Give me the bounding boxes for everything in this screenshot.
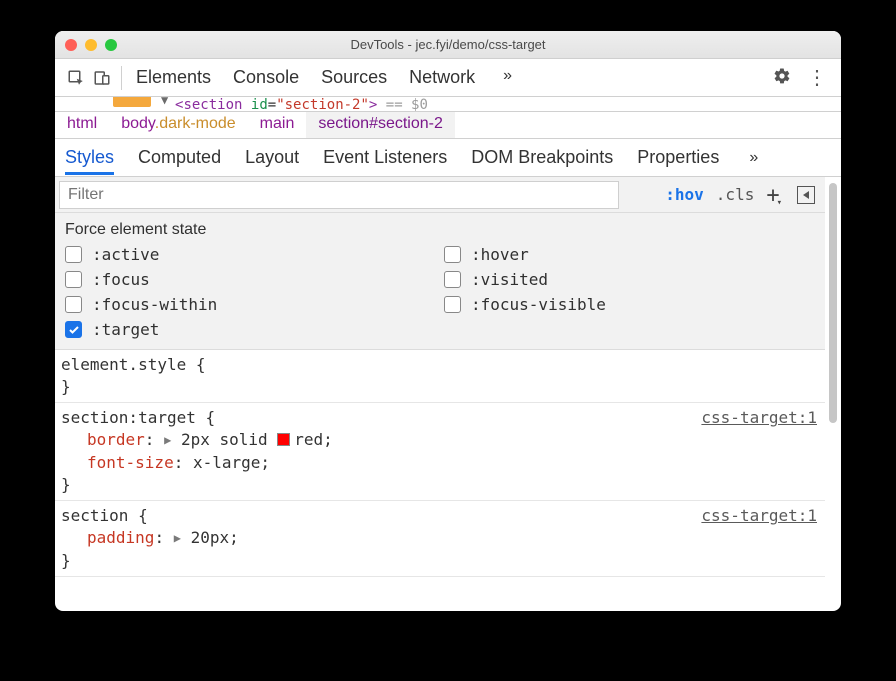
force-state-focusvisible[interactable]: :focus-visible — [444, 295, 815, 314]
checkbox-icon[interactable] — [65, 296, 82, 313]
subtab-properties[interactable]: Properties — [637, 141, 719, 174]
window-controls — [65, 39, 117, 51]
force-state-label: :target — [92, 320, 159, 339]
expand-icon[interactable]: ▶ — [174, 527, 181, 549]
force-state-label: :focus-visible — [471, 295, 606, 314]
filter-input[interactable] — [59, 181, 619, 209]
force-state-active[interactable]: :active — [65, 245, 436, 264]
toggle-panel-icon[interactable] — [797, 186, 815, 204]
rule-selector[interactable]: element.style — [61, 355, 186, 374]
breadcrumb: html body.dark-mode main section#section… — [55, 111, 841, 139]
more-tabs-icon[interactable]: » — [497, 67, 518, 88]
rule-source-link[interactable]: css-target:1 — [701, 407, 817, 429]
dom-highlight — [113, 97, 151, 107]
expand-caret-icon[interactable]: ▼ — [161, 97, 168, 107]
cls-toggle[interactable]: .cls — [716, 185, 755, 204]
subtab-computed[interactable]: Computed — [138, 141, 221, 174]
css-property[interactable]: padding: ▶ 20px; — [87, 527, 819, 550]
property-value[interactable]: 2px solid — [181, 430, 277, 449]
close-icon[interactable] — [65, 39, 77, 51]
rule-selector[interactable]: section:target — [61, 408, 196, 427]
tab-sources[interactable]: Sources — [321, 67, 387, 88]
crumb-section[interactable]: section#section-2 — [306, 112, 455, 138]
subtab-dom-breakpoints[interactable]: DOM Breakpoints — [471, 141, 613, 174]
filter-bar: :hov .cls +▾ — [55, 177, 825, 213]
main-toolbar: Elements Console Sources Network » ⋮ — [55, 59, 841, 97]
tab-elements[interactable]: Elements — [136, 67, 211, 88]
color-swatch-icon[interactable] — [277, 433, 290, 446]
subtab-styles[interactable]: Styles — [65, 141, 114, 175]
force-state-focus[interactable]: :focus — [65, 270, 436, 289]
dom-tag: section — [183, 97, 242, 111]
tab-network[interactable]: Network — [409, 67, 475, 88]
new-rule-button[interactable]: +▾ — [766, 184, 785, 206]
force-state-visited[interactable]: :visited — [444, 270, 815, 289]
settings-icon[interactable] — [765, 67, 799, 89]
property-name[interactable]: padding — [87, 528, 154, 547]
divider — [121, 66, 122, 90]
crumb-body[interactable]: body.dark-mode — [109, 112, 247, 138]
force-state-target[interactable]: :target — [65, 320, 436, 339]
css-property[interactable]: font-size: x-large; — [87, 452, 819, 474]
hov-toggle[interactable]: :hov — [665, 185, 704, 204]
more-subtabs-icon[interactable]: » — [743, 149, 764, 167]
expand-icon[interactable]: ▶ — [164, 429, 171, 451]
property-value[interactable]: red; — [294, 430, 333, 449]
devtools-window: DevTools - jec.fyi/demo/css-target Eleme… — [55, 31, 841, 611]
css-property[interactable]: border: ▶ 2px solid red; — [87, 429, 819, 452]
property-value[interactable]: 20px; — [191, 528, 239, 547]
inspect-icon[interactable] — [63, 69, 89, 87]
crumb-html[interactable]: html — [55, 112, 109, 138]
property-name[interactable]: font-size — [87, 453, 174, 472]
minimize-icon[interactable] — [85, 39, 97, 51]
dom-selected-line[interactable]: ▼ <section id="section-2"> == $0 — [55, 97, 841, 111]
force-state-label: :hover — [471, 245, 529, 264]
rule-selector[interactable]: section — [61, 506, 128, 525]
force-state-hover[interactable]: :hover — [444, 245, 815, 264]
crumb-main[interactable]: main — [248, 112, 307, 138]
checkbox-icon[interactable] — [444, 271, 461, 288]
css-rule[interactable]: element.style {} — [55, 350, 825, 403]
dom-val: "section-2" — [276, 97, 369, 111]
force-state-label: :focus — [92, 270, 150, 289]
styles-pane: :hov .cls +▾ Force element state :active… — [55, 177, 841, 611]
css-rule[interactable]: css-target:1section {padding: ▶ 20px;} — [55, 501, 825, 577]
window-title: DevTools - jec.fyi/demo/css-target — [55, 37, 841, 52]
force-state-label: :visited — [471, 270, 548, 289]
checkbox-icon[interactable] — [65, 271, 82, 288]
dom-tail: == $0 — [377, 97, 428, 111]
property-value[interactable]: x-large; — [193, 453, 270, 472]
subtab-event-listeners[interactable]: Event Listeners — [323, 141, 447, 174]
force-state-title: Force element state — [65, 221, 815, 239]
panel-tabs: Elements Console Sources Network » — [136, 67, 518, 88]
checkbox-icon[interactable] — [65, 246, 82, 263]
force-state-label: :focus-within — [92, 295, 217, 314]
checkbox-icon[interactable] — [444, 296, 461, 313]
tab-console[interactable]: Console — [233, 67, 299, 88]
more-menu-icon[interactable]: ⋮ — [799, 65, 833, 90]
checkbox-icon[interactable] — [444, 246, 461, 263]
force-state-label: :active — [92, 245, 159, 264]
subtab-layout[interactable]: Layout — [245, 141, 299, 174]
dom-attr: id — [251, 97, 268, 111]
titlebar: DevTools - jec.fyi/demo/css-target — [55, 31, 841, 59]
property-name[interactable]: border — [87, 430, 145, 449]
css-rule[interactable]: css-target:1section:target {border: ▶ 2p… — [55, 403, 825, 501]
force-state-focuswithin[interactable]: :focus-within — [65, 295, 436, 314]
force-state-panel: Force element state :active :hover :focus:… — [55, 213, 825, 350]
scrollbar[interactable] — [829, 183, 837, 423]
rule-source-link[interactable]: css-target:1 — [701, 505, 817, 527]
sidebar-tabs: Styles Computed Layout Event Listeners D… — [55, 139, 841, 177]
checkbox-icon[interactable] — [65, 321, 82, 338]
zoom-icon[interactable] — [105, 39, 117, 51]
device-toggle-icon[interactable] — [89, 69, 115, 87]
